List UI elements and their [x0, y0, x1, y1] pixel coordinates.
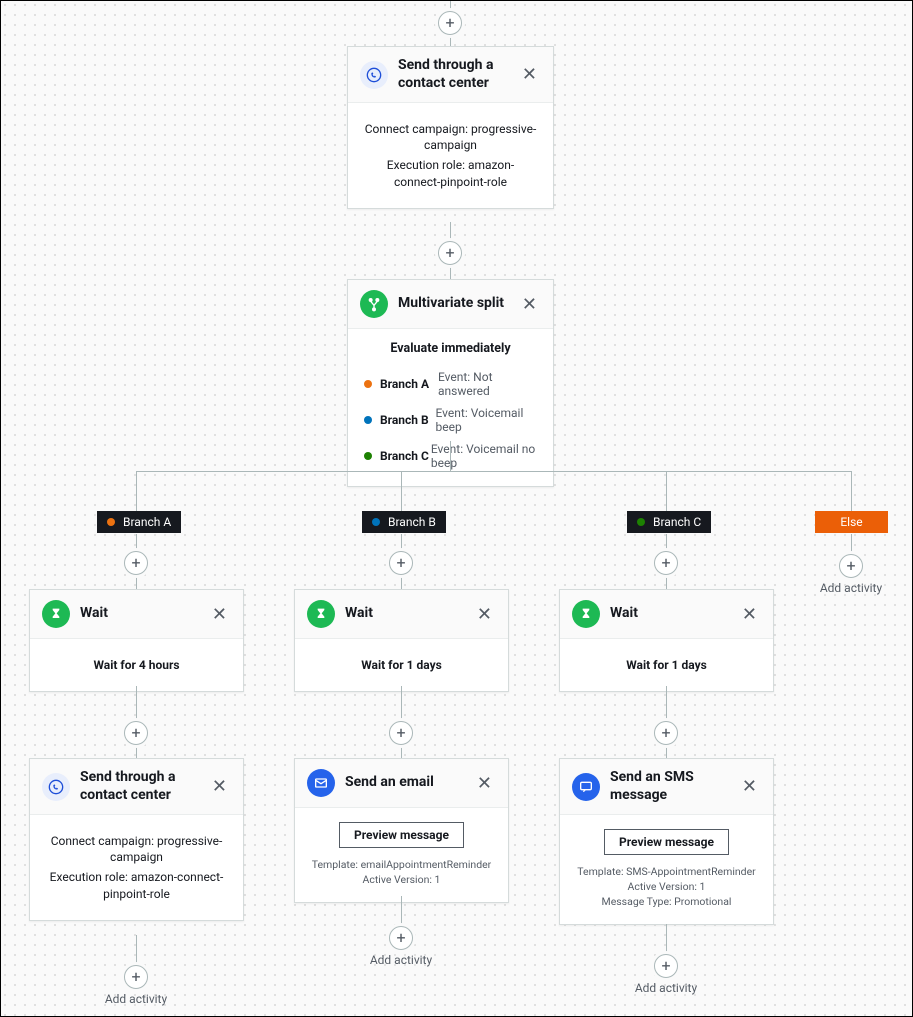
connector: [136, 935, 137, 965]
role-label: Execution role: amazon-connect-pinpoint-…: [46, 869, 227, 901]
add-activity-button[interactable]: [124, 551, 148, 575]
phone-icon: [360, 61, 388, 89]
branch-pill-b: Branch B: [362, 511, 446, 533]
add-activity-button[interactable]: [654, 551, 678, 575]
connector: [401, 896, 402, 926]
fork-icon: [360, 290, 388, 318]
node-send-sms[interactable]: Send an SMS message ✕ Preview message Te…: [559, 758, 774, 925]
dot-icon: [107, 518, 115, 526]
node-title: Wait: [345, 605, 473, 623]
close-icon[interactable]: ✕: [518, 64, 541, 85]
connector: [450, 441, 451, 471]
version-label: Active Version: 1: [576, 880, 757, 893]
close-icon[interactable]: ✕: [208, 776, 231, 797]
split-subtitle: Evaluate immediately: [348, 341, 553, 356]
add-activity-label: Add activity: [626, 981, 706, 995]
connector: [851, 534, 852, 554]
dot-icon: [372, 518, 380, 526]
node-title: Send through a contact center: [398, 57, 518, 92]
hourglass-icon: [572, 600, 600, 628]
branch-pill-a: Branch A: [97, 511, 181, 533]
add-activity-button[interactable]: [654, 954, 678, 978]
dot-icon: [637, 518, 645, 526]
hourglass-icon: [307, 600, 335, 628]
node-wait-c[interactable]: Wait ✕ Wait for 1 days: [559, 589, 774, 692]
add-activity-label: Add activity: [361, 953, 441, 967]
connector: [851, 471, 852, 511]
add-activity-button[interactable]: [389, 551, 413, 575]
add-activity-button[interactable]: [438, 241, 462, 265]
add-activity-button[interactable]: [654, 721, 678, 745]
connector: [136, 471, 137, 511]
campaign-label: Connect campaign: progressive-campaign: [46, 833, 227, 865]
dot-icon: [364, 416, 372, 424]
add-activity-button[interactable]: [438, 11, 462, 35]
version-label: Active Version: 1: [311, 873, 492, 886]
add-activity-button[interactable]: [839, 554, 863, 578]
node-title: Send an email: [345, 774, 473, 792]
connector: [136, 471, 851, 472]
email-icon: [307, 769, 335, 797]
add-activity-label: Add activity: [96, 992, 176, 1006]
sms-icon: [572, 773, 600, 801]
dot-icon: [364, 380, 372, 388]
add-activity-button[interactable]: [124, 965, 148, 989]
close-icon[interactable]: ✕: [473, 604, 496, 625]
add-activity-button[interactable]: [389, 721, 413, 745]
node-send-contact-center-2[interactable]: Send through a contact center ✕ Connect …: [29, 758, 244, 921]
node-wait-a[interactable]: Wait ✕ Wait for 4 hours: [29, 589, 244, 692]
template-label: Template: emailAppointmentReminder: [311, 858, 492, 871]
wait-body: Wait for 1 days: [311, 657, 492, 673]
branch-pill-c: Branch C: [627, 511, 711, 533]
wait-body: Wait for 4 hours: [46, 657, 227, 673]
connector: [666, 471, 667, 511]
node-title: Multivariate split: [398, 295, 518, 313]
close-icon[interactable]: ✕: [738, 776, 761, 797]
wait-body: Wait for 1 days: [576, 657, 757, 673]
add-activity-label: Add activity: [811, 581, 891, 595]
msgtype-label: Message Type: Promotional: [576, 895, 757, 908]
node-title: Send through a contact center: [80, 769, 208, 804]
branch-row: Branch A Event: Not answered: [348, 366, 553, 402]
node-send-contact-center[interactable]: Send through a contact center ✕ Connect …: [347, 46, 554, 209]
node-send-email[interactable]: Send an email ✕ Preview message Template…: [294, 758, 509, 903]
preview-message-button[interactable]: Preview message: [604, 829, 729, 855]
node-title: Wait: [610, 605, 738, 623]
close-icon[interactable]: ✕: [738, 604, 761, 625]
branch-pill-else: Else: [815, 511, 888, 533]
connector: [401, 471, 402, 511]
connector: [666, 924, 667, 954]
role-label: Execution role: amazon-connect-pinpoint-…: [364, 157, 537, 189]
node-title: Wait: [80, 605, 208, 623]
add-activity-button[interactable]: [389, 926, 413, 950]
template-label: Template: SMS-AppointmentReminder: [576, 865, 757, 878]
close-icon[interactable]: ✕: [473, 773, 496, 794]
campaign-label: Connect campaign: progressive-campaign: [364, 121, 537, 153]
hourglass-icon: [42, 600, 70, 628]
add-activity-button[interactable]: [124, 721, 148, 745]
phone-icon: [42, 773, 70, 801]
preview-message-button[interactable]: Preview message: [339, 822, 464, 848]
close-icon[interactable]: ✕: [208, 604, 231, 625]
dot-icon: [364, 452, 372, 460]
close-icon[interactable]: ✕: [518, 294, 541, 315]
branch-row: Branch B Event: Voicemail beep: [348, 402, 553, 438]
node-wait-b[interactable]: Wait ✕ Wait for 1 days: [294, 589, 509, 692]
node-title: Send an SMS message: [610, 769, 738, 804]
